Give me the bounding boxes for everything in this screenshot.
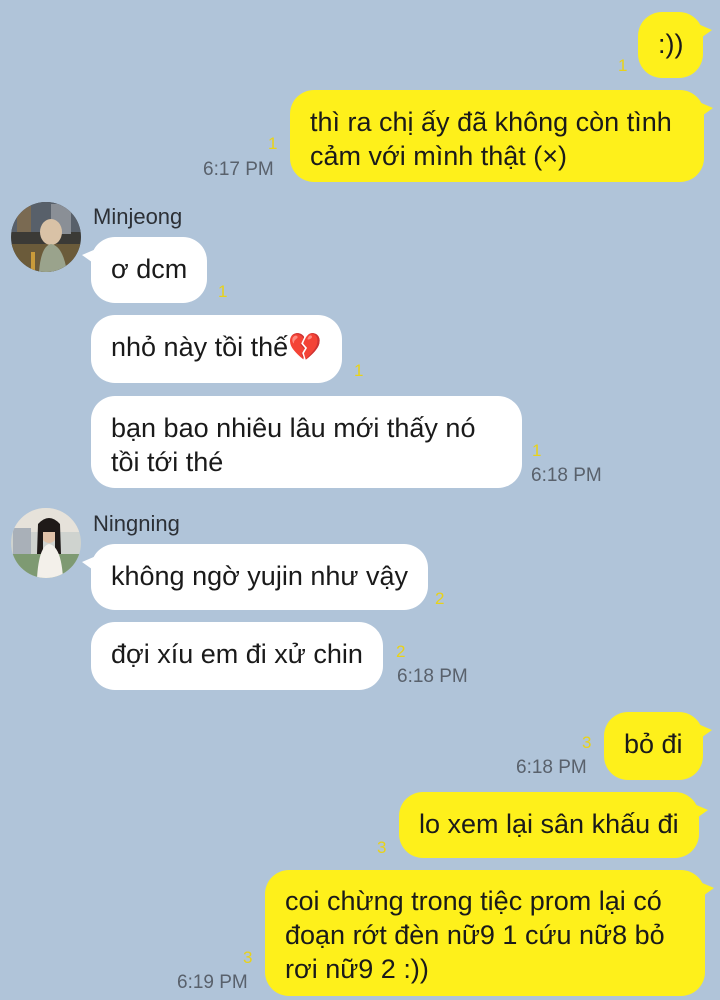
sender-name: Ningning (93, 511, 180, 536)
message-text: :)) (658, 29, 684, 59)
message-text: đợi xíu em đi xử chin (111, 639, 363, 669)
message-bubble-incoming[interactable]: bạn bao nhiêu lâu mới thấy nó tồi tới th… (91, 396, 522, 488)
message-text-line: coi chừng trong tiệc prom lại có (285, 886, 662, 916)
message-text: nhỏ này tồi thế (111, 332, 289, 362)
message-bubble-incoming[interactable]: đợi xíu em đi xử chin (91, 622, 383, 690)
read-count: 1 (218, 282, 228, 301)
read-count: 1 (532, 441, 542, 460)
read-count: 3 (582, 733, 592, 752)
message-timestamp: 6:18 PM (516, 757, 587, 778)
message-bubble-outgoing[interactable]: bỏ đi (604, 712, 712, 780)
message-timestamp: 6:18 PM (531, 465, 602, 486)
message-text-line: đoạn rớt đèn nữ9 1 cứu nữ8 bỏ (285, 920, 665, 950)
message-text-line: cảm với mình thật (×) (310, 141, 568, 171)
sender-name: Minjeong (93, 204, 183, 229)
message-text: bỏ đi (624, 729, 683, 759)
message-bubble-incoming[interactable]: nhỏ này tồi thế💔 (91, 315, 342, 383)
read-count: 1 (268, 134, 278, 153)
message-bubble-outgoing[interactable]: lo xem lại sân khấu đi (399, 792, 708, 858)
read-count: 3 (377, 838, 387, 857)
avatar-ningning[interactable] (11, 508, 81, 578)
message-text-line: thì ra chị ấy đã không còn tình (310, 107, 672, 137)
message-bubble-outgoing[interactable]: coi chừng trong tiệc prom lại có đoạn rớ… (265, 870, 714, 996)
message-text-line: rơi nữ9 2 :)) (285, 954, 429, 984)
message-timestamp: 6:17 PM (203, 159, 274, 180)
read-count: 3 (243, 948, 253, 967)
message-text: không ngờ yujin như vậy (111, 561, 408, 591)
message-text: ơ dcm (111, 254, 188, 284)
message-bubble-incoming[interactable]: ơ dcm (81, 237, 208, 303)
broken-heart-icon: 💔 (288, 332, 322, 362)
read-count: 1 (618, 56, 628, 75)
read-count: 2 (396, 642, 406, 661)
message-text-line: tồi tới thé (111, 447, 224, 477)
message-bubble-outgoing[interactable]: thì ra chị ấy đã không còn tình cảm với … (290, 90, 713, 182)
message-bubble-incoming[interactable]: không ngờ yujin như vậy (82, 544, 428, 610)
read-count: 2 (435, 589, 445, 608)
message-timestamp: 6:19 PM (177, 972, 248, 993)
message-text-line: bạn bao nhiêu lâu mới thấy nó (111, 413, 476, 443)
message-bubble-outgoing[interactable]: :)) (638, 12, 714, 78)
message-timestamp: 6:18 PM (397, 666, 468, 687)
avatar-minjeong[interactable] (11, 202, 81, 272)
read-count: 1 (354, 361, 364, 380)
message-text: lo xem lại sân khấu đi (419, 809, 679, 839)
